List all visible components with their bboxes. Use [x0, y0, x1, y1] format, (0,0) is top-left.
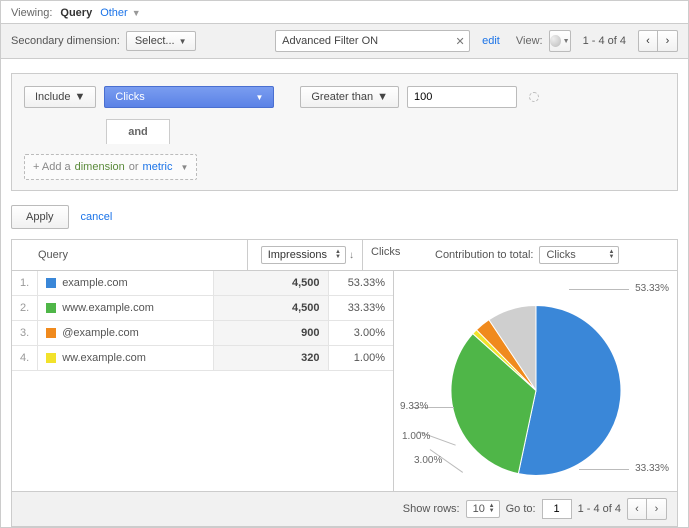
filter-input[interactable] [276, 35, 451, 47]
page-next-button[interactable]: › [647, 498, 667, 520]
row-index: 1. [12, 271, 38, 296]
pie-label: 53.33% [635, 283, 669, 294]
viewing-label: Viewing: [11, 7, 52, 19]
row-impressions: 4,500 [213, 271, 328, 296]
color-swatch [46, 328, 56, 338]
sort-desc-icon: ↓ [349, 250, 354, 261]
chevron-down-icon: ▼ [132, 8, 141, 18]
row-index: 4. [12, 346, 38, 371]
column-header-query[interactable]: Query [30, 240, 247, 270]
contribution-header: Contribution to total: Clicks ▲▼ [427, 240, 677, 270]
pie-label: 9.33% [400, 401, 428, 412]
data-column: 1.example.com4,50053.33%2.www.example.co… [12, 271, 394, 491]
row-clicks: 1.00% [328, 346, 393, 371]
operator-select[interactable]: Greater than ▼ [300, 86, 399, 108]
and-tab: and [106, 119, 170, 144]
pie-chart: 53.33% 33.33% 9.33% 3.00% 1.00% [394, 271, 677, 491]
table-header: Query Impressions ▲▼ ↓ Clicks Contributi… [12, 240, 677, 271]
apply-row: Apply cancel [1, 191, 688, 239]
data-table: Query Impressions ▲▼ ↓ Clicks Contributi… [11, 239, 678, 492]
page-prev-button[interactable]: ‹ [627, 498, 647, 520]
row-query: example.com [38, 271, 213, 296]
page-next-button[interactable]: › [658, 30, 678, 52]
advanced-filter-panel: Include ▼ Clicks ▼ Greater than ▼ and + … [11, 73, 678, 191]
dimension-tabs: Viewing: Query Other ▼ [1, 1, 688, 24]
pie-label: 33.33% [635, 463, 669, 474]
stepper-icon: ▲▼ [333, 248, 343, 262]
toolbar: Secondary dimension: Select... ▼ ✕ edit … [1, 24, 688, 59]
filter-value-input[interactable] [407, 86, 517, 108]
tab-other[interactable]: Other [100, 7, 128, 23]
chevron-down-icon: ▼ [377, 91, 388, 103]
stepper-icon: ▲▼ [606, 248, 616, 262]
report-panel: Viewing: Query Other ▼ Secondary dimensi… [0, 0, 689, 528]
column-header-impressions[interactable]: Impressions ▲▼ ↓ [247, 240, 362, 270]
color-swatch [46, 278, 56, 288]
row-clicks: 3.00% [328, 321, 393, 346]
goto-label: Go to: [506, 503, 536, 515]
chevron-down-icon: ▼ [74, 91, 85, 103]
chevron-down-icon: ▼ [563, 38, 570, 45]
filter-condition-row: Include ▼ Clicks ▼ Greater than ▼ [12, 74, 677, 120]
goto-input[interactable] [542, 499, 572, 519]
row-clicks: 33.33% [328, 296, 393, 321]
impressions-metric-select[interactable]: Impressions ▲▼ [261, 246, 346, 264]
table-row[interactable]: 2.www.example.com4,50033.33% [12, 296, 393, 321]
color-swatch [46, 353, 56, 363]
report-body: 1.example.com4,50053.33%2.www.example.co… [12, 271, 677, 491]
contribution-metric-select[interactable]: Clicks ▲▼ [539, 246, 619, 264]
row-impressions: 900 [213, 321, 328, 346]
footer-paging: 1 - 4 of 4 [578, 503, 621, 515]
show-rows-label: Show rows: [403, 503, 460, 515]
secondary-dimension-select[interactable]: Select... ▼ [126, 31, 196, 51]
pie-label: 3.00% [414, 455, 442, 466]
row-query: www.example.com [38, 296, 213, 321]
chart-type-button[interactable]: ▼ [549, 30, 571, 52]
row-query: ww.example.com [38, 346, 213, 371]
include-exclude-select[interactable]: Include ▼ [24, 86, 96, 108]
pie-icon [550, 35, 561, 47]
column-header-clicks[interactable]: Clicks [362, 240, 427, 270]
chevron-down-icon: ▼ [255, 93, 263, 102]
paging-text: 1 - 4 of 4 [583, 35, 626, 47]
apply-button[interactable]: Apply [11, 205, 69, 229]
color-swatch [46, 303, 56, 313]
secondary-dimension-value: Select... [135, 35, 175, 47]
clear-filter-icon[interactable]: ✕ [451, 35, 469, 48]
row-impressions: 320 [213, 346, 328, 371]
edit-filter-link[interactable]: edit [482, 35, 500, 47]
chevron-down-icon: ▼ [181, 163, 189, 172]
row-impressions: 4,500 [213, 296, 328, 321]
table-row[interactable]: 3.@example.com9003.00% [12, 321, 393, 346]
view-label: View: [516, 35, 543, 47]
row-index: 3. [12, 321, 38, 346]
secondary-dimension-label: Secondary dimension: [11, 35, 120, 47]
remove-condition-icon[interactable] [529, 92, 539, 102]
show-rows-select[interactable]: 10 ▲▼ [466, 500, 500, 518]
metric-select[interactable]: Clicks ▼ [104, 86, 274, 108]
chevron-down-icon: ▼ [179, 37, 187, 46]
table-row[interactable]: 1.example.com4,50053.33% [12, 271, 393, 296]
table-row[interactable]: 4.ww.example.com3201.00% [12, 346, 393, 371]
row-query: @example.com [38, 321, 213, 346]
stepper-icon: ▲▼ [487, 502, 497, 516]
pie-label: 1.00% [402, 431, 430, 442]
page-prev-button[interactable]: ‹ [638, 30, 658, 52]
add-condition-button[interactable]: + Add a dimension or metric ▼ [24, 154, 197, 180]
row-clicks: 53.33% [328, 271, 393, 296]
tab-query[interactable]: Query [60, 7, 92, 23]
filter-box: ✕ [275, 30, 470, 52]
cancel-link[interactable]: cancel [81, 211, 113, 223]
row-index: 2. [12, 296, 38, 321]
